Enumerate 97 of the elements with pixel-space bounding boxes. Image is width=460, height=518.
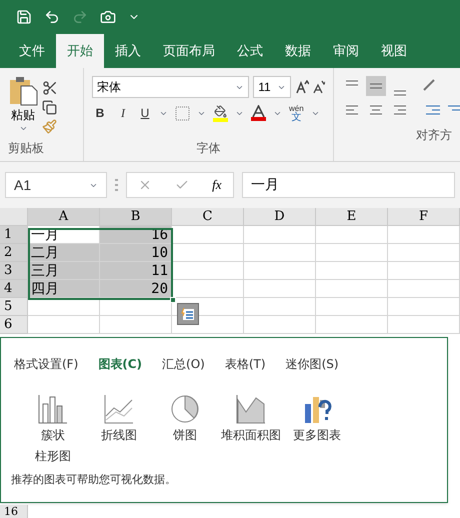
option-label: 堆积面积图 xyxy=(221,427,281,444)
column-header[interactable]: F xyxy=(388,208,460,226)
empty-cell xyxy=(316,262,388,280)
group-label: 剪贴板 xyxy=(8,140,45,157)
formula-field[interactable]: 一月 xyxy=(242,172,455,198)
ribbon-tab[interactable]: 审阅 xyxy=(322,34,370,68)
italic-button[interactable]: I xyxy=(115,104,131,122)
table-cell: 10 xyxy=(100,244,172,262)
group-label: 字体 xyxy=(196,140,220,157)
row-header[interactable]: 16 xyxy=(0,505,28,518)
ribbon-tab[interactable]: 公式 xyxy=(226,34,274,68)
column-header[interactable]: B xyxy=(100,208,172,226)
empty-cell xyxy=(388,316,460,334)
camera-icon[interactable] xyxy=(100,9,116,25)
shrink-font-icon[interactable] xyxy=(313,80,325,94)
empty-cell xyxy=(244,244,316,262)
row-header[interactable]: 6 xyxy=(0,316,28,334)
empty-cell xyxy=(244,262,316,280)
option-label: 柱形图 xyxy=(35,448,71,465)
copy-icon[interactable] xyxy=(42,100,57,115)
empty-cell xyxy=(316,244,388,262)
bold-button[interactable]: B xyxy=(92,104,108,122)
table-cell: 20 xyxy=(100,280,172,298)
clipboard-icon xyxy=(8,76,38,106)
phonetic-button[interactable]: wén 文 xyxy=(289,104,304,122)
ribbon-tab[interactable]: 开始 xyxy=(56,34,104,68)
ribbon-tab[interactable]: 数据 xyxy=(274,34,322,68)
table-cell: 11 xyxy=(100,262,172,280)
empty-cell xyxy=(244,226,316,244)
font-name-field[interactable]: 宋体 xyxy=(92,76,250,98)
group-label: 对齐方 xyxy=(416,127,452,144)
column-header[interactable]: A xyxy=(28,208,100,226)
ribbon-tab[interactable]: 视图 xyxy=(370,34,418,68)
quick-analysis-icon xyxy=(181,307,195,321)
panel-tab[interactable]: 迷你图(S) xyxy=(280,355,344,373)
option-label: 饼图 xyxy=(173,427,197,444)
empty-cell xyxy=(316,226,388,244)
save-icon[interactable] xyxy=(16,9,32,25)
grip-icon xyxy=(115,179,118,191)
line-chart-icon xyxy=(104,394,134,424)
option-label: 更多图表 xyxy=(293,427,341,444)
paste-button[interactable]: 粘贴 xyxy=(8,76,38,139)
chart-option[interactable]: 簇状 柱形图 xyxy=(23,394,83,466)
fill-color-icon[interactable] xyxy=(213,104,228,122)
underline-button[interactable]: U xyxy=(138,104,152,122)
font-size-field[interactable]: 11 xyxy=(253,76,292,98)
cut-icon[interactable] xyxy=(42,80,58,96)
empty-cell xyxy=(244,316,316,334)
table-cell: 三月 xyxy=(28,262,100,280)
empty-cell xyxy=(244,298,316,316)
panel-hint: 推荐的图表可帮助您可视化数据。 xyxy=(11,472,177,488)
pie-chart-icon xyxy=(170,394,200,424)
empty-cell xyxy=(316,316,388,334)
empty-cell xyxy=(316,298,388,316)
caret-icon xyxy=(18,124,28,133)
row-header[interactable]: 1 xyxy=(0,226,28,244)
panel-tab[interactable]: 图表(C) xyxy=(93,355,148,373)
table-cell: 二月 xyxy=(28,244,100,262)
column-chart-icon xyxy=(38,394,68,424)
chart-option[interactable]: 堆积面积图 xyxy=(221,394,281,445)
font-color-icon[interactable] xyxy=(251,105,266,121)
empty-cell xyxy=(388,262,460,280)
panel-tab[interactable]: 格式设置(F) xyxy=(9,355,84,373)
empty-cell xyxy=(100,316,172,334)
option-label: 折线图 xyxy=(101,427,137,444)
empty-cell xyxy=(244,280,316,298)
row-header[interactable]: 5 xyxy=(0,298,28,316)
quick-analysis-button[interactable] xyxy=(177,303,199,325)
border-icon[interactable] xyxy=(175,106,190,120)
insert-function-button[interactable]: fx xyxy=(212,175,222,195)
ribbon-tab[interactable]: 页面布局 xyxy=(152,34,226,68)
table-cell: 四月 xyxy=(28,280,100,298)
fill-handle[interactable] xyxy=(170,297,176,303)
chart-option[interactable]: 折线图 xyxy=(89,394,149,445)
panel-tab[interactable]: 表格(T) xyxy=(220,355,271,373)
empty-cell xyxy=(388,280,460,298)
ribbon-tab[interactable]: 插入 xyxy=(104,34,152,68)
empty-cell xyxy=(316,280,388,298)
ribbon-tab[interactable]: 文件 xyxy=(8,34,56,68)
row-header[interactable]: 3 xyxy=(0,262,28,280)
row-header[interactable]: 2 xyxy=(0,244,28,262)
undo-icon[interactable] xyxy=(44,9,60,25)
chart-option[interactable]: 饼图 xyxy=(155,394,215,445)
chart-question-icon xyxy=(302,394,332,424)
column-header[interactable]: C xyxy=(172,208,244,226)
panel-tab[interactable]: 汇总(O) xyxy=(157,355,210,373)
empty-cell xyxy=(388,244,460,262)
empty-cell xyxy=(388,226,460,244)
grow-font-icon[interactable] xyxy=(295,80,310,94)
row-header[interactable]: 4 xyxy=(0,280,28,298)
column-header[interactable]: E xyxy=(316,208,388,226)
column-header[interactable]: D xyxy=(244,208,316,226)
option-label: 簇状 xyxy=(41,427,65,444)
area-chart-icon xyxy=(236,394,266,424)
name-box[interactable]: A1 xyxy=(5,172,107,198)
empty-cell xyxy=(388,298,460,316)
chart-option[interactable]: 更多图表 xyxy=(287,394,347,445)
